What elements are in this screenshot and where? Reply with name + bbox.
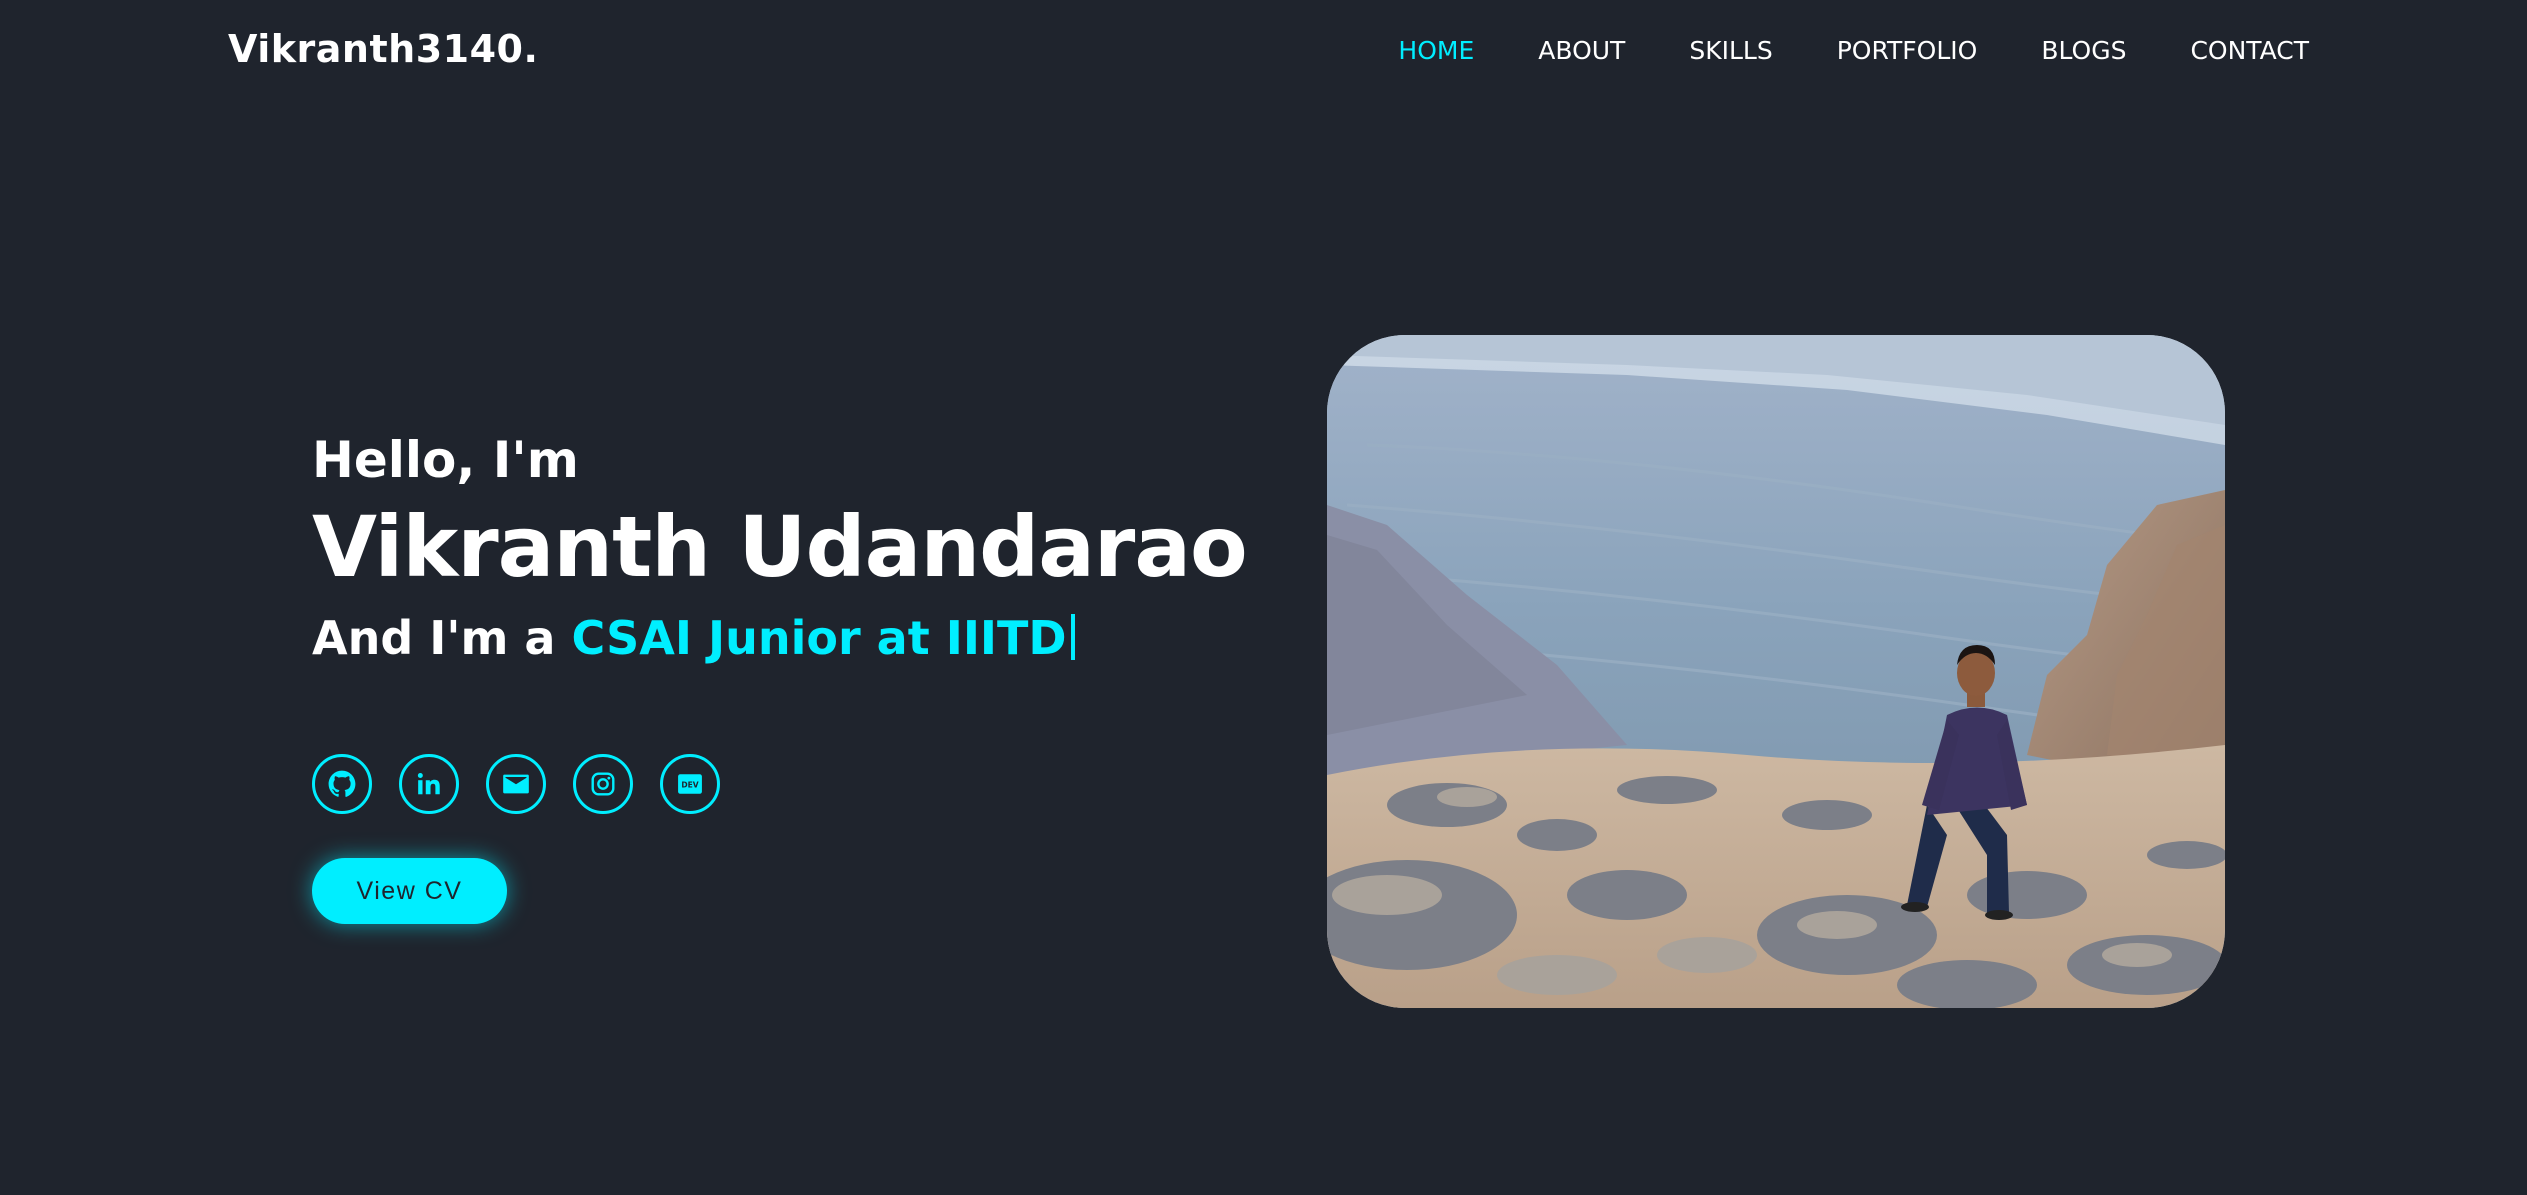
typing-cursor (1070, 614, 1075, 660)
linkedin-icon (416, 771, 442, 797)
github-link[interactable] (312, 754, 372, 814)
mail-link[interactable] (486, 754, 546, 814)
site-header: Vikranth3140. HOME ABOUT SKILLS PORTFOLI… (0, 0, 2527, 108)
profile-photo (1327, 335, 2225, 1008)
hero-section: Hello, I'm Vikranth Udandarao And I'm a … (312, 428, 1252, 670)
instagram-icon (590, 771, 616, 797)
role-prefix: And I'm a (312, 611, 572, 665)
main-nav: HOME ABOUT SKILLS PORTFOLIO BLOGS CONTAC… (1398, 36, 2309, 65)
mail-icon (502, 770, 530, 798)
hero-greeting: Hello, I'm (312, 431, 579, 489)
nav-blogs[interactable]: BLOGS (2041, 36, 2126, 65)
instagram-link[interactable] (573, 754, 633, 814)
linkedin-link[interactable] (399, 754, 459, 814)
hero-name: Vikranth Udandarao (312, 498, 1248, 596)
hero-role: And I'm a CSAI Junior at IIITD (312, 606, 1252, 670)
dev-link[interactable]: DEV (660, 754, 720, 814)
view-cv-button[interactable]: View CV (312, 858, 507, 924)
nav-portfolio[interactable]: PORTFOLIO (1837, 36, 1978, 65)
social-links: DEV (312, 754, 720, 814)
nav-contact[interactable]: CONTACT (2190, 36, 2309, 65)
nav-skills[interactable]: SKILLS (1689, 36, 1772, 65)
nav-about[interactable]: ABOUT (1538, 36, 1625, 65)
nav-home[interactable]: HOME (1398, 36, 1474, 65)
dev-icon-text: DEV (681, 780, 698, 789)
dev-icon: DEV (677, 771, 703, 797)
github-icon (328, 770, 356, 798)
site-logo[interactable]: Vikranth3140. (228, 27, 538, 71)
role-highlight: CSAI Junior at IIITD (571, 611, 1067, 665)
